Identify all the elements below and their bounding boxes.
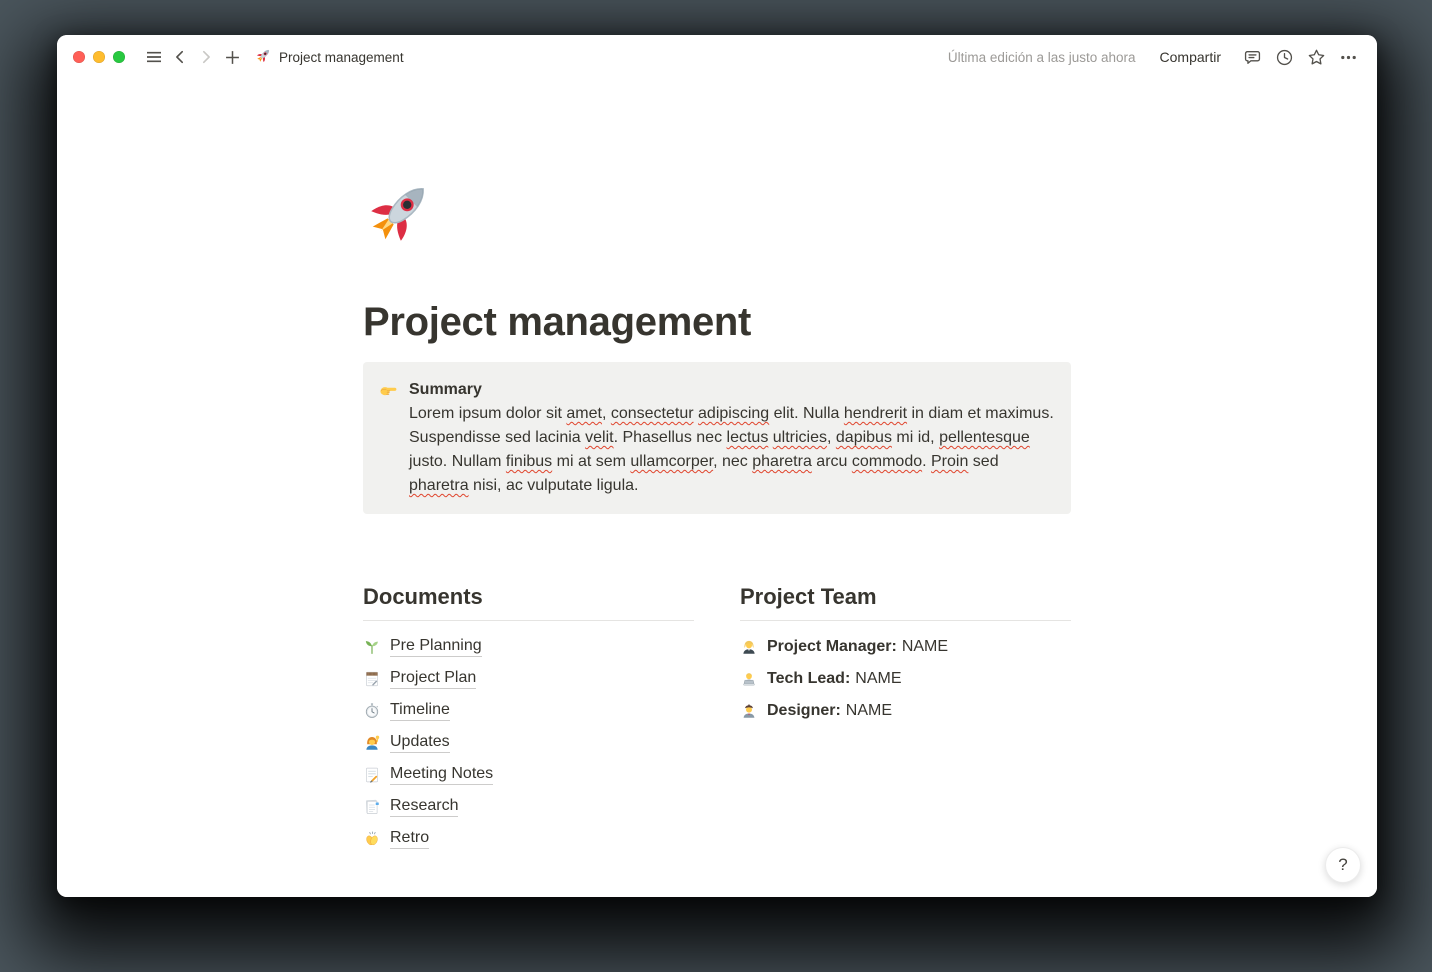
doc-link-project-plan[interactable]: Project Plan	[363, 663, 694, 695]
bookmark-tabs-icon	[363, 798, 381, 816]
breadcrumb[interactable]: Project management	[255, 47, 404, 67]
rocket-icon	[255, 47, 272, 67]
comment-bubble-icon	[1243, 48, 1262, 67]
sidebar-menu-button[interactable]	[141, 44, 167, 70]
woman-raising-hand-icon	[363, 734, 381, 752]
favorite-button[interactable]	[1303, 44, 1329, 70]
more-button[interactable]	[1335, 44, 1361, 70]
share-button[interactable]: Compartir	[1152, 45, 1229, 69]
woman-office-worker-icon	[740, 638, 758, 656]
clapping-hands-icon	[363, 830, 381, 848]
documents-heading: Documents	[363, 584, 694, 621]
doc-link-research[interactable]: Research	[363, 791, 694, 823]
doc-link-updates[interactable]: Updates	[363, 727, 694, 759]
clock-icon	[1275, 48, 1294, 67]
nav-back-button[interactable]	[167, 44, 193, 70]
updates-button[interactable]	[1271, 44, 1297, 70]
project-team-section: Project Team Project Manager: NAME Tech …	[740, 584, 1071, 855]
doc-link-pre-planning[interactable]: Pre Planning	[363, 631, 694, 663]
ellipsis-icon	[1339, 48, 1358, 67]
nav-forward-button[interactable]	[193, 44, 219, 70]
doc-link-meeting-notes[interactable]: Meeting Notes	[363, 759, 694, 791]
man-artist-icon	[740, 702, 758, 720]
help-button[interactable]: ?	[1325, 847, 1361, 883]
team-member-designer: Designer: NAME	[740, 695, 1071, 727]
minimize-window-button[interactable]	[93, 51, 105, 63]
new-page-button[interactable]	[219, 44, 245, 70]
close-window-button[interactable]	[73, 51, 85, 63]
page-title[interactable]: Project management	[363, 298, 1071, 346]
seedling-icon	[363, 638, 381, 656]
documents-section: Documents Pre Planning Project Plan Time…	[363, 584, 694, 855]
callout-heading: Summary	[409, 381, 482, 398]
plus-icon	[224, 49, 241, 66]
team-member-tech-lead: Tech Lead: NAME	[740, 663, 1071, 695]
traffic-lights	[73, 51, 125, 63]
chevron-right-icon	[198, 49, 214, 65]
star-icon	[1307, 48, 1326, 67]
titlebar: Project management Última edición a las …	[57, 35, 1377, 79]
stopwatch-icon	[363, 702, 381, 720]
hamburger-icon	[145, 48, 163, 66]
page-icon-rocket[interactable]	[363, 175, 437, 254]
notion-window: Project management Última edición a las …	[57, 35, 1377, 897]
team-member-project-manager: Project Manager: NAME	[740, 631, 1071, 663]
memo-icon	[363, 766, 381, 784]
doc-link-retro[interactable]: Retro	[363, 823, 694, 855]
callout-body: Lorem ipsum dolor sit amet, consectetur …	[409, 405, 1054, 494]
project-team-heading: Project Team	[740, 584, 1071, 621]
chevron-left-icon	[172, 49, 188, 65]
comments-button[interactable]	[1239, 44, 1265, 70]
pointing-right-icon	[378, 380, 399, 401]
page-content: Project management Summary Lorem ipsum d…	[57, 79, 1377, 897]
last-edited-label: Última edición a las justo ahora	[947, 49, 1136, 65]
spiral-notepad-icon	[363, 670, 381, 688]
doc-link-timeline[interactable]: Timeline	[363, 695, 694, 727]
summary-callout: Summary Lorem ipsum dolor sit amet, cons…	[363, 362, 1071, 514]
zoom-window-button[interactable]	[113, 51, 125, 63]
breadcrumb-title: Project management	[279, 49, 404, 65]
technologist-icon	[740, 670, 758, 688]
